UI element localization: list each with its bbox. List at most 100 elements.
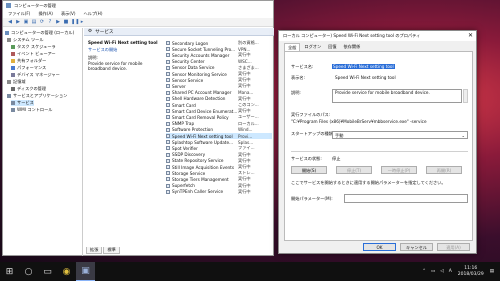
service-gear-icon bbox=[166, 158, 170, 163]
clock[interactable]: 11:16 2018/03/29 bbox=[458, 266, 484, 278]
service-gear-icon bbox=[166, 84, 170, 89]
pause-button[interactable]: 一時停止(P) bbox=[381, 166, 417, 174]
service-detail: WSC... bbox=[238, 59, 252, 65]
service-gear-icon bbox=[166, 183, 170, 188]
service-name: Shared PC Account Manager bbox=[172, 90, 232, 96]
forward-icon[interactable]: ▶ bbox=[15, 19, 21, 25]
pause-icon[interactable]: ❚❚ bbox=[71, 19, 79, 25]
volume-icon[interactable]: ◁ bbox=[440, 269, 443, 274]
properties-icon[interactable]: ▤ bbox=[31, 19, 37, 25]
tree-item[interactable]: コンピューターの管理 (ローカル) bbox=[5, 30, 74, 36]
task-view-icon[interactable]: ▭ bbox=[38, 262, 57, 281]
service-detail: Splas... bbox=[238, 139, 254, 145]
service-name: Storage Tiers Management bbox=[172, 176, 229, 182]
service-name: Security Accounts Manager bbox=[172, 52, 230, 58]
tree-item[interactable]: パフォーマンス bbox=[11, 65, 46, 71]
ime-indicator[interactable]: A bbox=[449, 269, 452, 274]
stop-button[interactable]: 停止(T) bbox=[336, 166, 372, 174]
up-icon[interactable]: ▣ bbox=[23, 19, 29, 25]
description-field[interactable]: Provide service for mobile broadband dev… bbox=[332, 89, 462, 103]
service-detail: 実行中 bbox=[238, 95, 251, 101]
cancel-button[interactable]: キャンセル bbox=[400, 243, 433, 251]
service-detail: ローカル... bbox=[238, 120, 259, 126]
tree-item[interactable]: ディスクの管理 bbox=[11, 86, 46, 92]
service-name: Speed Wi-Fi Next setting tool bbox=[172, 133, 233, 139]
system-tray: ⌃ ▭ ◁ A 11:16 2018/03/29 ▤ bbox=[422, 262, 494, 281]
close-icon[interactable]: ✕ bbox=[468, 32, 473, 39]
properties-dialog: ローカル コンピューター) Speed Wi-Fi Next setting t… bbox=[278, 30, 477, 254]
apply-button[interactable]: 適用(A) bbox=[437, 243, 470, 251]
service-gear-icon bbox=[166, 59, 170, 64]
menu-help[interactable]: ヘルプ(H) bbox=[83, 11, 102, 17]
startup-type-select[interactable]: 手動 ⌄ bbox=[332, 131, 468, 139]
tree-item[interactable]: 共有フォルダー bbox=[11, 58, 46, 64]
chrome-icon[interactable]: ◉ bbox=[57, 262, 76, 281]
help-icon[interactable]: ? bbox=[47, 19, 53, 25]
toolbar: ◀ ▶ ▣ ▤ ⟳ ? ▶ ■ ❚❚ ▸ bbox=[3, 18, 273, 27]
tree-item[interactable]: デバイス マネージャー bbox=[11, 72, 60, 78]
service-detail: 実行中 bbox=[238, 83, 251, 89]
tab-extended[interactable]: 拡張 bbox=[86, 247, 103, 254]
start-parameters-input[interactable] bbox=[344, 194, 468, 203]
tools-icon bbox=[7, 38, 11, 42]
service-name: Secure Socket Tunneling Pro... bbox=[172, 46, 236, 52]
dialog-tabs: 全般 ログオン 回復 依存関係 bbox=[284, 43, 364, 51]
search-icon[interactable]: ○ bbox=[19, 262, 38, 281]
notification-icon[interactable]: ▤ bbox=[490, 269, 494, 274]
tree-item[interactable]: 記憶域 bbox=[7, 79, 26, 85]
service-detail: Provi... bbox=[238, 133, 253, 139]
wmi-icon bbox=[11, 108, 15, 112]
back-icon[interactable]: ◀ bbox=[7, 19, 13, 25]
service-status-label: サービスの状態: bbox=[291, 156, 322, 161]
title-bar[interactable]: コンピューターの管理 bbox=[3, 1, 273, 10]
folder-icon bbox=[11, 59, 15, 63]
service-description-panel: Speed Wi-Fi Next setting tool サービスの開始 説明… bbox=[88, 40, 158, 73]
tab-dependencies[interactable]: 依存関係 bbox=[341, 43, 364, 51]
clock-icon bbox=[11, 45, 15, 49]
display-name-field[interactable]: Speed Wi-Fi Next setting tool bbox=[332, 74, 468, 82]
ok-button[interactable]: OK bbox=[363, 243, 396, 251]
event-icon bbox=[11, 52, 15, 56]
computer-management-taskbar-icon[interactable]: ▣ bbox=[76, 262, 95, 281]
refresh-icon[interactable]: ⟳ bbox=[39, 19, 45, 25]
menu-view[interactable]: 表示(V) bbox=[61, 11, 76, 17]
start-service-link[interactable]: サービスの開始 bbox=[88, 47, 158, 52]
storage-icon bbox=[7, 80, 11, 84]
network-icon[interactable]: ▭ bbox=[431, 269, 435, 274]
tree-item[interactable]: システム ツール bbox=[7, 37, 44, 43]
service-name: Security Center bbox=[172, 59, 205, 65]
tree-item[interactable]: サービスとアプリケーション bbox=[7, 93, 67, 99]
service-name: Spot Verifier bbox=[172, 145, 198, 151]
tree-item[interactable]: タスク スケジューラ bbox=[11, 44, 56, 50]
display-name-label: 表示名: bbox=[291, 75, 305, 80]
play-icon[interactable]: ▶ bbox=[55, 19, 61, 25]
stop-icon[interactable]: ■ bbox=[63, 19, 69, 25]
tab-general[interactable]: 全般 bbox=[284, 43, 301, 51]
tab-standard[interactable]: 標準 bbox=[103, 247, 120, 254]
windows-start-icon[interactable]: ⊞ bbox=[0, 262, 19, 281]
computer-management-window: コンピューターの管理 ファイル(F) 操作(A) 表示(V) ヘルプ(H) ◀ … bbox=[2, 0, 274, 256]
restart-icon[interactable]: ▸ bbox=[79, 19, 85, 25]
tree-item[interactable]: WMI コントロール bbox=[11, 107, 52, 113]
service-name: Secondary Logon bbox=[172, 40, 209, 46]
service-name: Storage Service bbox=[172, 170, 206, 176]
start-parameters-label: 開始パラメーター(M): bbox=[291, 196, 333, 201]
start-button[interactable]: 開始(S) bbox=[291, 166, 327, 174]
description-scrollbar[interactable] bbox=[463, 89, 468, 103]
resume-button[interactable]: 再開(R) bbox=[426, 166, 462, 174]
tree-item[interactable]: イベント ビューアー bbox=[11, 51, 56, 57]
service-name: Sensor Monitoring Service bbox=[172, 71, 227, 77]
tree-item-services[interactable]: サービス bbox=[11, 100, 34, 106]
service-detail: さまざま... bbox=[238, 64, 259, 70]
service-status-value: 停止 bbox=[332, 156, 341, 161]
tab-logon[interactable]: ログオン bbox=[301, 43, 324, 51]
device-icon bbox=[11, 73, 15, 77]
menu-file[interactable]: ファイル(F) bbox=[8, 11, 30, 17]
dialog-title-bar[interactable]: ローカル コンピューター) Speed Wi-Fi Next setting t… bbox=[279, 31, 476, 41]
service-gear-icon bbox=[166, 177, 170, 182]
tab-recovery[interactable]: 回復 bbox=[325, 43, 339, 51]
service-row[interactable]: SynTPEnh Caller Service 実行中 bbox=[166, 189, 272, 195]
chevron-up-icon[interactable]: ⌃ bbox=[422, 269, 426, 274]
service-name-value[interactable]: Speed Wi-Fi Next setting tool bbox=[332, 64, 395, 69]
menu-action[interactable]: 操作(A) bbox=[38, 11, 53, 17]
